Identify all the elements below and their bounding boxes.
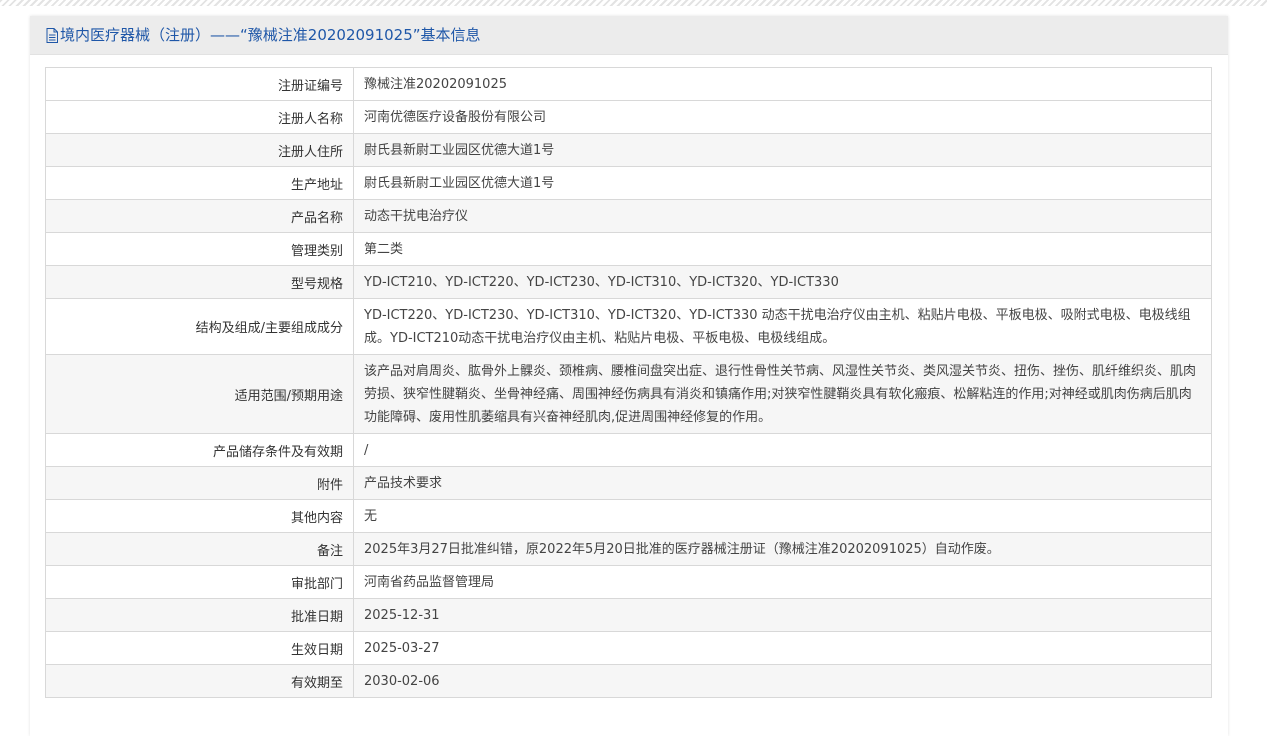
row-label: 管理类别 [45,232,354,266]
table-row: 其他内容 无 [45,499,1212,533]
table-row: 生效日期 2025-03-27 [45,631,1212,665]
row-value: YD-ICT210、YD-ICT220、YD-ICT230、YD-ICT310、… [353,265,1212,299]
row-value: 豫械注准20202091025 [353,67,1212,101]
row-value: 2025-12-31 [353,598,1212,632]
table-row: 生产地址 尉氏县新尉工业园区优德大道1号 [45,166,1212,200]
row-label: 型号规格 [45,265,354,299]
row-value: 第二类 [353,232,1212,266]
table-row: 型号规格 YD-ICT210、YD-ICT220、YD-ICT230、YD-IC… [45,265,1212,299]
row-value: YD-ICT220、YD-ICT230、YD-ICT310、YD-ICT320、… [353,298,1212,355]
info-panel: 境内医疗器械（注册）——“豫械注准20202091025”基本信息 注册证编号 … [30,16,1228,736]
row-label: 附件 [45,466,354,500]
row-value: 产品技术要求 [353,466,1212,500]
table-row: 管理类别 第二类 [45,232,1212,266]
panel-header: 境内医疗器械（注册）——“豫械注准20202091025”基本信息 [30,16,1228,55]
row-label: 备注 [45,532,354,566]
row-label: 产品储存条件及有效期 [45,433,354,467]
document-icon [46,28,58,43]
info-table: 注册证编号 豫械注准20202091025 注册人名称 河南优德医疗设备股份有限… [45,67,1212,698]
top-stripe-decoration [0,0,1267,6]
row-label: 产品名称 [45,199,354,233]
row-value: / [353,433,1212,467]
row-label: 生产地址 [45,166,354,200]
row-value: 河南省药品监督管理局 [353,565,1212,599]
row-label: 其他内容 [45,499,354,533]
row-label: 结构及组成/主要组成成分 [45,298,354,355]
table-row: 适用范围/预期用途 该产品对肩周炎、肱骨外上髁炎、颈椎病、腰椎间盘突出症、退行性… [45,354,1212,434]
table-row: 批准日期 2025-12-31 [45,598,1212,632]
table-row: 备注 2025年3月27日批准纠错，原2022年5月20日批准的医疗器械注册证（… [45,532,1212,566]
row-label: 生效日期 [45,631,354,665]
table-row: 产品名称 动态干扰电治疗仪 [45,199,1212,233]
row-value: 动态干扰电治疗仪 [353,199,1212,233]
row-value: 2025年3月27日批准纠错，原2022年5月20日批准的医疗器械注册证（豫械注… [353,532,1212,566]
row-value: 河南优德医疗设备股份有限公司 [353,100,1212,134]
row-value: 无 [353,499,1212,533]
row-label: 审批部门 [45,565,354,599]
panel-title: 境内医疗器械（注册）——“豫械注准20202091025”基本信息 [60,26,481,44]
table-row: 注册证编号 豫械注准20202091025 [45,67,1212,101]
row-label: 注册人住所 [45,133,354,167]
table-row: 审批部门 河南省药品监督管理局 [45,565,1212,599]
row-value: 尉氏县新尉工业园区优德大道1号 [353,166,1212,200]
table-row: 附件 产品技术要求 [45,466,1212,500]
row-value: 2025-03-27 [353,631,1212,665]
table-row: 产品储存条件及有效期 / [45,433,1212,467]
row-label: 适用范围/预期用途 [45,354,354,434]
row-label: 有效期至 [45,664,354,698]
table-row: 结构及组成/主要组成成分 YD-ICT220、YD-ICT230、YD-ICT3… [45,298,1212,355]
table-row: 注册人住所 尉氏县新尉工业园区优德大道1号 [45,133,1212,167]
row-value: 2030-02-06 [353,664,1212,698]
table-row: 注册人名称 河南优德医疗设备股份有限公司 [45,100,1212,134]
row-value: 尉氏县新尉工业园区优德大道1号 [353,133,1212,167]
row-value: 该产品对肩周炎、肱骨外上髁炎、颈椎病、腰椎间盘突出症、退行性骨性关节病、风湿性关… [353,354,1212,434]
row-label: 注册证编号 [45,67,354,101]
row-label: 注册人名称 [45,100,354,134]
row-label: 批准日期 [45,598,354,632]
table-row: 有效期至 2030-02-06 [45,664,1212,698]
